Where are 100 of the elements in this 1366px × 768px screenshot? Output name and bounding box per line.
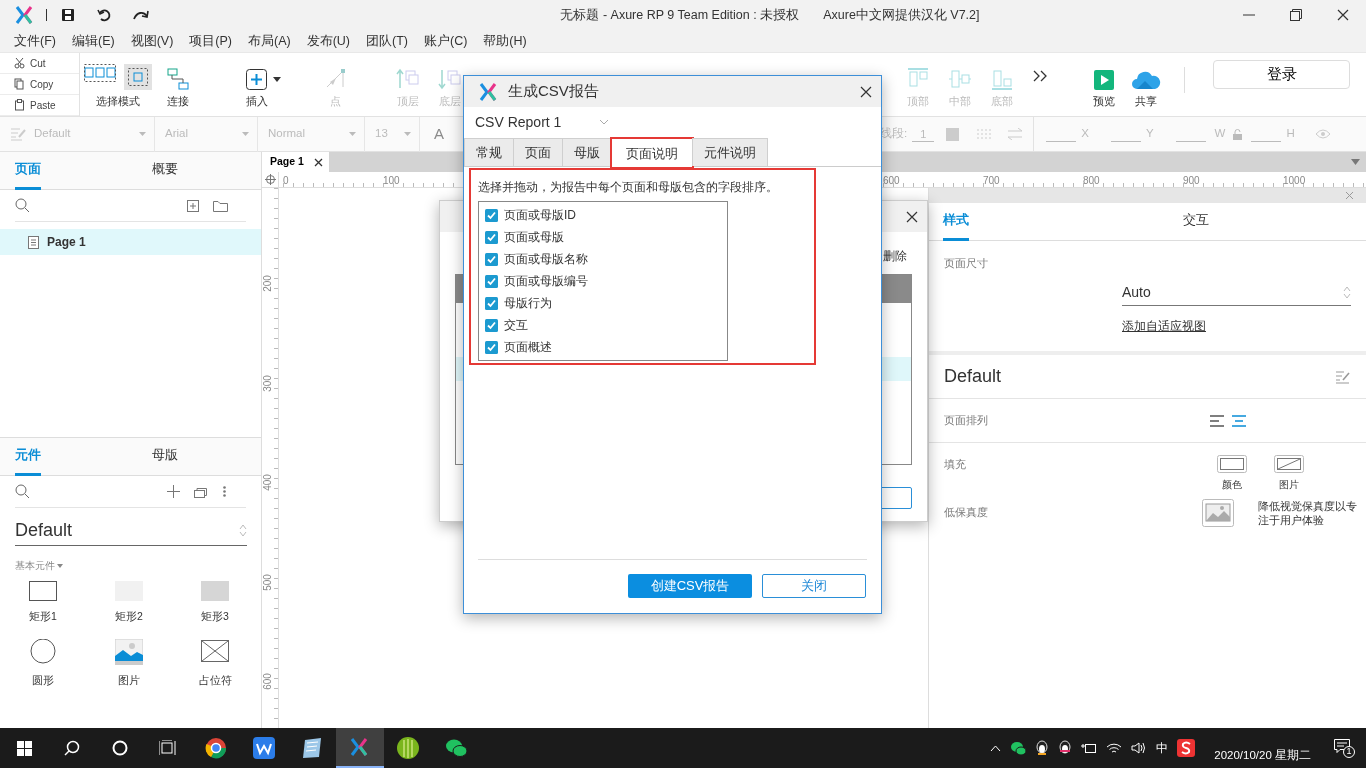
ruler-label: 500 <box>260 573 274 591</box>
copy-button[interactable]: Copy <box>0 74 79 95</box>
report-dropdown[interactable]: CSV Report 1 <box>475 109 609 135</box>
checkbox[interactable] <box>485 340 498 354</box>
penguin-icon[interactable] <box>1035 740 1050 756</box>
group-label: 基本元件 <box>15 559 55 573</box>
dialog-tab[interactable]: 页面说明 <box>611 138 693 168</box>
input-method[interactable]: 中 <box>1156 739 1169 757</box>
close-icon[interactable] <box>859 84 873 99</box>
cut-button[interactable]: Cut <box>0 53 79 74</box>
ruler-label: 200 <box>260 275 274 292</box>
paste-icon <box>14 99 25 111</box>
page-panel-tab[interactable]: 概要 <box>152 152 178 190</box>
page-tab[interactable]: Page 1 <box>262 152 329 172</box>
checkbox[interactable] <box>485 208 498 222</box>
inspector-tab[interactable]: 样式 <box>943 203 969 241</box>
dialog-tab[interactable]: 元件说明 <box>692 138 768 166</box>
menu-item[interactable]: 编辑(E) <box>63 31 123 51</box>
dialog-tab[interactable]: 页面 <box>513 138 563 166</box>
login-button[interactable]: 登录 <box>1213 60 1350 89</box>
widget-panel-tab[interactable]: 母版 <box>152 438 178 476</box>
menu-item[interactable]: 帮助(H) <box>475 31 535 51</box>
align-center-icon[interactable] <box>1232 414 1246 427</box>
crosshair-icon <box>264 174 276 185</box>
battery-icon[interactable] <box>1081 742 1098 754</box>
page-size-dropdown[interactable]: Auto <box>1122 279 1351 306</box>
page-size-label: 页面尺寸 <box>944 256 989 271</box>
more-options-icon[interactable] <box>223 486 226 497</box>
fill-option[interactable]: 颜色 <box>1217 455 1247 501</box>
library-dropdown[interactable]: Default <box>15 516 247 546</box>
menu-item[interactable]: 视图(V) <box>122 31 182 51</box>
toolbar-button[interactable]: 选择模式 <box>80 53 156 116</box>
menu-item[interactable]: 账户(C) <box>416 31 476 51</box>
redo-icon[interactable] <box>133 9 149 21</box>
checkbox[interactable] <box>485 318 498 332</box>
dialog-tab[interactable]: 母版 <box>562 138 612 166</box>
ruler-label: 1000 <box>1283 174 1306 188</box>
menu-item[interactable]: 项目(P) <box>181 31 240 51</box>
checkbox[interactable] <box>485 274 498 288</box>
toolbar-button[interactable]: 预览 <box>1083 53 1125 116</box>
style-name: Default <box>944 365 1002 388</box>
undo-icon[interactable] <box>97 8 111 22</box>
page-item[interactable]: Page 1 <box>0 229 261 255</box>
save-icon[interactable] <box>61 8 75 22</box>
duplicate-icon[interactable] <box>194 485 209 498</box>
folder-icon[interactable] <box>213 199 228 212</box>
notification-icon[interactable] <box>1334 739 1350 753</box>
edit-style-icon[interactable] <box>1335 369 1351 384</box>
widget-item[interactable]: 矩形3 <box>172 581 258 625</box>
input-method-icon[interactable] <box>1177 739 1196 757</box>
connector-icon <box>167 68 189 91</box>
inspector-tab[interactable]: 交互 <box>1183 203 1209 241</box>
penguin-icon[interactable] <box>1058 740 1073 756</box>
volume-icon[interactable] <box>1131 742 1148 754</box>
widget-item[interactable]: 圆形 <box>0 638 86 689</box>
caret-icon[interactable] <box>1351 159 1360 165</box>
widget-item[interactable]: 图片 <box>86 638 172 689</box>
checkbox[interactable] <box>485 230 498 244</box>
menu-item[interactable]: 团队(T) <box>358 31 416 51</box>
search-icon[interactable] <box>15 484 30 499</box>
close-icon[interactable] <box>313 157 323 167</box>
caret-icon[interactable] <box>57 563 63 568</box>
low-fidelity-icon[interactable] <box>1202 499 1234 527</box>
rectangle-icon <box>29 581 57 601</box>
fill-option[interactable]: 图片 <box>1274 455 1304 501</box>
restore-icon[interactable] <box>1290 9 1302 21</box>
widget-item[interactable]: 矩形1 <box>0 581 86 625</box>
taskbar-date[interactable]: 2020/10/20 星期二 <box>1204 747 1321 765</box>
close-icon[interactable] <box>905 209 919 224</box>
menu-item[interactable]: 布局(A) <box>240 31 299 51</box>
menu-item[interactable]: 发布(U) <box>298 31 358 51</box>
fill-label: 填充 <box>944 457 966 472</box>
search-icon[interactable] <box>15 198 30 213</box>
create-report-button[interactable]: 创建CSV报告 <box>628 574 752 598</box>
widget-item[interactable]: 占位符 <box>172 638 258 689</box>
delete-label[interactable]: 删除 <box>883 247 907 274</box>
toolbar-button[interactable]: 插入 <box>227 53 287 116</box>
align-left-icon[interactable] <box>1210 414 1224 427</box>
windows-icon <box>16 740 32 756</box>
menu-item[interactable]: 文件(F) <box>6 31 64 51</box>
toolbar-button[interactable]: 连接 <box>156 53 200 116</box>
widget-panel-tab[interactable]: 元件 <box>15 438 41 476</box>
add-icon[interactable] <box>167 485 180 498</box>
close-button[interactable]: 关闭 <box>762 574 866 598</box>
field-label: 母版行为 <box>504 295 552 312</box>
page-panel-tab[interactable]: 页面 <box>15 152 41 190</box>
chat-tray-icon[interactable] <box>1010 741 1027 755</box>
play-icon <box>1094 70 1114 91</box>
toolbar-button[interactable]: 共享 <box>1125 53 1167 116</box>
paste-button[interactable]: Paste <box>0 95 79 116</box>
wifi-icon[interactable] <box>1106 742 1123 754</box>
show-hidden-icon[interactable] <box>990 744 1002 752</box>
widget-item[interactable]: 矩形2 <box>86 581 172 625</box>
checkbox[interactable] <box>485 252 498 266</box>
cloud-icon <box>1131 70 1161 91</box>
dialog-tab[interactable]: 常规 <box>464 138 514 166</box>
add-page-icon[interactable] <box>187 199 199 212</box>
close-icon[interactable] <box>1336 8 1350 22</box>
checkbox[interactable] <box>485 296 498 310</box>
adaptive-view-link[interactable]: 添加自适应视图 <box>1122 316 1206 335</box>
